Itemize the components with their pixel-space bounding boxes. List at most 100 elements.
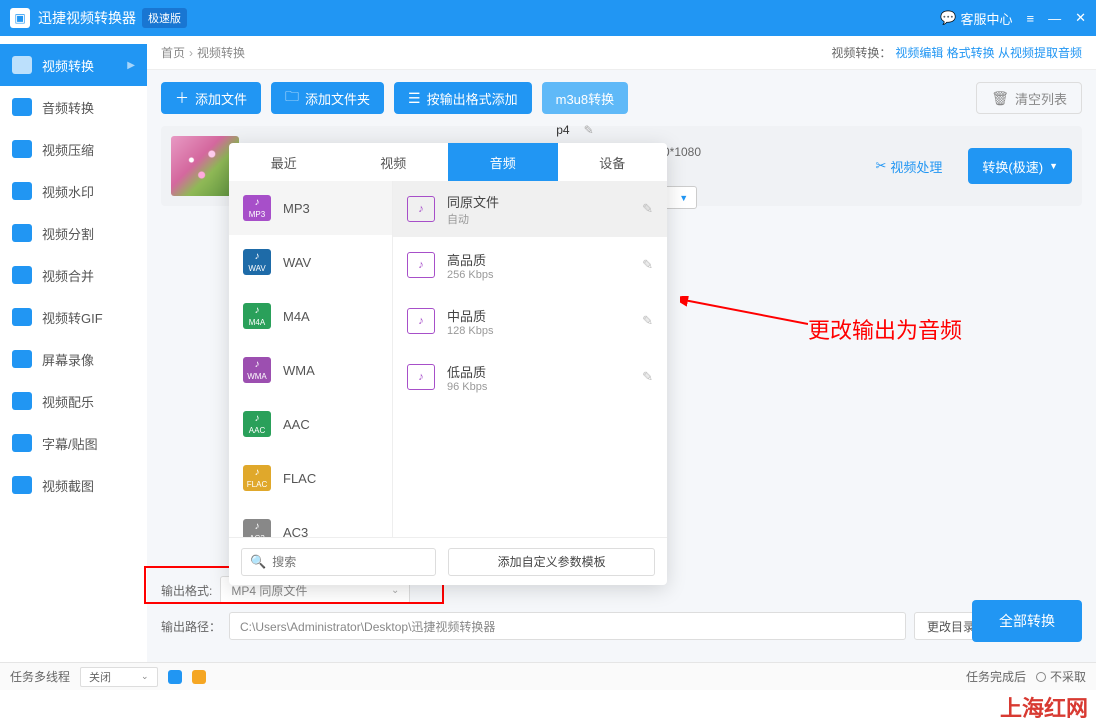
crumb-right-links[interactable]: 视频编辑 格式转换 从视频提取音频 xyxy=(895,44,1082,61)
sidebar-label: 视频合并 xyxy=(42,266,94,285)
m3u8-button[interactable]: m3u8转换 xyxy=(542,82,629,114)
popup-tab-视频[interactable]: 视频 xyxy=(339,143,449,181)
format-WMA[interactable]: WMAWMA xyxy=(229,343,392,397)
edit-icon[interactable]: ✎ xyxy=(642,313,653,329)
audio-icon: ♪ xyxy=(407,308,435,334)
thread-selector[interactable]: 关闭⌄ xyxy=(80,667,158,687)
sidebar-label: 视频转GIF xyxy=(42,308,103,327)
convert-button[interactable]: 转换(极速)▼ xyxy=(968,148,1072,184)
quality-list: ♪同原文件自动✎♪高品质256 Kbps✎♪中品质128 Kbps✎♪低品质96… xyxy=(393,181,667,537)
format-label: AAC xyxy=(283,417,310,432)
edit-icon[interactable]: ✎ xyxy=(642,201,653,217)
sidebar-label: 音频转换 xyxy=(42,98,94,117)
convert-all-button[interactable]: 全部转换 xyxy=(972,600,1082,642)
format-M4A[interactable]: M4AM4A xyxy=(229,289,392,343)
popup-tab-设备[interactable]: 设备 xyxy=(558,143,668,181)
support-button[interactable]: 💬 客服中心 xyxy=(940,9,1012,28)
sidebar-item-2[interactable]: 视频压缩 xyxy=(0,128,147,170)
add-custom-template-button[interactable]: 添加自定义参数模板 xyxy=(448,548,655,576)
add-file-button[interactable]: ＋添加文件 xyxy=(161,82,261,114)
format-FLAC[interactable]: FLACFLAC xyxy=(229,451,392,505)
status-bar: 任务多线程 关闭⌄ 任务完成后 不采取 xyxy=(0,662,1096,690)
sidebar-label: 视频分割 xyxy=(42,224,94,243)
sidebar-icon xyxy=(12,56,32,74)
crumb-right-label: 视频转换： xyxy=(831,44,891,61)
edit-icon[interactable]: ✎ xyxy=(642,257,653,273)
format-search-input[interactable] xyxy=(272,555,427,569)
format-badge-icon: FLAC xyxy=(243,465,271,491)
video-process-button[interactable]: ✂视频处理 xyxy=(876,157,943,176)
sidebar-item-7[interactable]: 屏幕录像 xyxy=(0,338,147,380)
sidebar: 视频转换▶ 音频转换视频压缩视频水印视频分割视频合并视频转GIF 屏幕录像视频配乐字… xyxy=(0,36,147,662)
sidebar-item-10[interactable]: 视频截图 xyxy=(0,464,147,506)
no-action-radio[interactable]: 不采取 xyxy=(1036,668,1086,685)
sidebar-icon xyxy=(12,392,32,410)
quality-row-1[interactable]: ♪ 高品质256 Kbps ✎ xyxy=(393,237,667,293)
format-AAC[interactable]: AACAAC xyxy=(229,397,392,451)
sidebar-icon xyxy=(12,308,32,326)
sidebar-icon xyxy=(12,98,32,116)
sidebar-item-0[interactable]: 视频转换▶ xyxy=(0,44,147,86)
format-search[interactable]: 🔍 xyxy=(241,548,436,576)
chevron-down-icon: ⌄ xyxy=(391,585,399,596)
format-badge-icon: AC3 xyxy=(243,519,271,537)
trash-icon: 🗑 xyxy=(991,90,1009,107)
plus-icon: ＋ xyxy=(175,88,189,108)
sidebar-item-8[interactable]: 视频配乐 xyxy=(0,380,147,422)
edition-badge: 极速版 xyxy=(142,8,187,28)
sidebar-label: 屏幕录像 xyxy=(42,350,94,369)
output-path-label: 输出路径： xyxy=(161,618,221,635)
sidebar-icon xyxy=(12,434,32,452)
popup-tab-最近[interactable]: 最近 xyxy=(229,143,339,181)
sidebar-item-4[interactable]: 视频分割 xyxy=(0,212,147,254)
triangle-down-icon: ▼ xyxy=(679,193,688,203)
format-popup: 最近视频音频设备 MP3MP3WAVWAVM4AM4AWMAWMAAACAACF… xyxy=(229,143,667,585)
theme-orange-swatch[interactable] xyxy=(192,670,206,684)
format-badge-icon: MP3 xyxy=(243,195,271,221)
format-AC3[interactable]: AC3AC3 xyxy=(229,505,392,537)
after-task-label: 任务完成后 xyxy=(966,668,1026,685)
chevron-down-icon: ⌄ xyxy=(141,671,149,682)
sidebar-item-5[interactable]: 视频合并 xyxy=(0,254,147,296)
add-folder-button[interactable]: 🗀添加文件夹 xyxy=(271,82,384,114)
audio-icon: ♪ xyxy=(407,252,435,278)
chevron-right-icon: › xyxy=(189,46,193,60)
edit-icon[interactable]: ✎ xyxy=(642,369,653,385)
quality-row-2[interactable]: ♪中品质128 Kbps✎ xyxy=(393,293,667,349)
popup-tab-音频[interactable]: 音频 xyxy=(448,143,558,181)
quality-sub: 256 Kbps xyxy=(447,269,630,281)
format-label: WMA xyxy=(283,363,315,378)
chat-icon: 💬 xyxy=(940,10,956,26)
crumb-root[interactable]: 首页 xyxy=(161,44,185,61)
quality-row-3[interactable]: ♪低品质96 Kbps✎ xyxy=(393,349,667,405)
sidebar-item-6[interactable]: 视频转GIF xyxy=(0,296,147,338)
audio-icon: ♪ xyxy=(407,364,435,390)
sidebar-icon xyxy=(12,224,32,242)
sidebar-label: 视频压缩 xyxy=(42,140,94,159)
minimize-icon[interactable]: — xyxy=(1048,11,1061,26)
close-icon[interactable]: ✕ xyxy=(1075,10,1086,26)
sidebar-item-9[interactable]: 字幕/贴图 xyxy=(0,422,147,464)
sidebar-label: 视频水印 xyxy=(42,182,94,201)
quality-title: 同原文件 xyxy=(447,192,630,211)
format-WAV[interactable]: WAVWAV xyxy=(229,235,392,289)
format-MP3[interactable]: MP3MP3 xyxy=(229,181,392,235)
clear-list-button[interactable]: 🗑清空列表 xyxy=(976,82,1082,114)
titlebar: ▣ 迅捷视频转换器 极速版 💬 客服中心 ≡ — ✕ xyxy=(0,0,1096,36)
popup-tabs: 最近视频音频设备 xyxy=(229,143,667,181)
sidebar-label: 视频截图 xyxy=(42,476,94,495)
pencil-icon[interactable]: ✎ xyxy=(584,123,594,137)
quality-sub: 128 Kbps xyxy=(447,325,630,337)
menu-icon[interactable]: ≡ xyxy=(1027,11,1035,26)
theme-blue-swatch[interactable] xyxy=(168,670,182,684)
sidebar-item-3[interactable]: 视频水印 xyxy=(0,170,147,212)
add-by-format-button[interactable]: ☰按输出格式添加 xyxy=(394,82,532,114)
sidebar-label: 视频配乐 xyxy=(42,392,94,411)
sidebar-icon xyxy=(12,266,32,284)
quality-row-0[interactable]: ♪同原文件自动✎ xyxy=(393,181,667,237)
output-path-field[interactable]: C:\Users\Administrator\Desktop\迅捷视频转换器 xyxy=(229,612,906,640)
format-list[interactable]: MP3MP3WAVWAVM4AM4AWMAWMAAACAACFLACFLACAC… xyxy=(229,181,393,537)
quality-title: 高品质 xyxy=(447,250,630,269)
sidebar-item-1[interactable]: 音频转换 xyxy=(0,86,147,128)
format-label: M4A xyxy=(283,309,310,324)
